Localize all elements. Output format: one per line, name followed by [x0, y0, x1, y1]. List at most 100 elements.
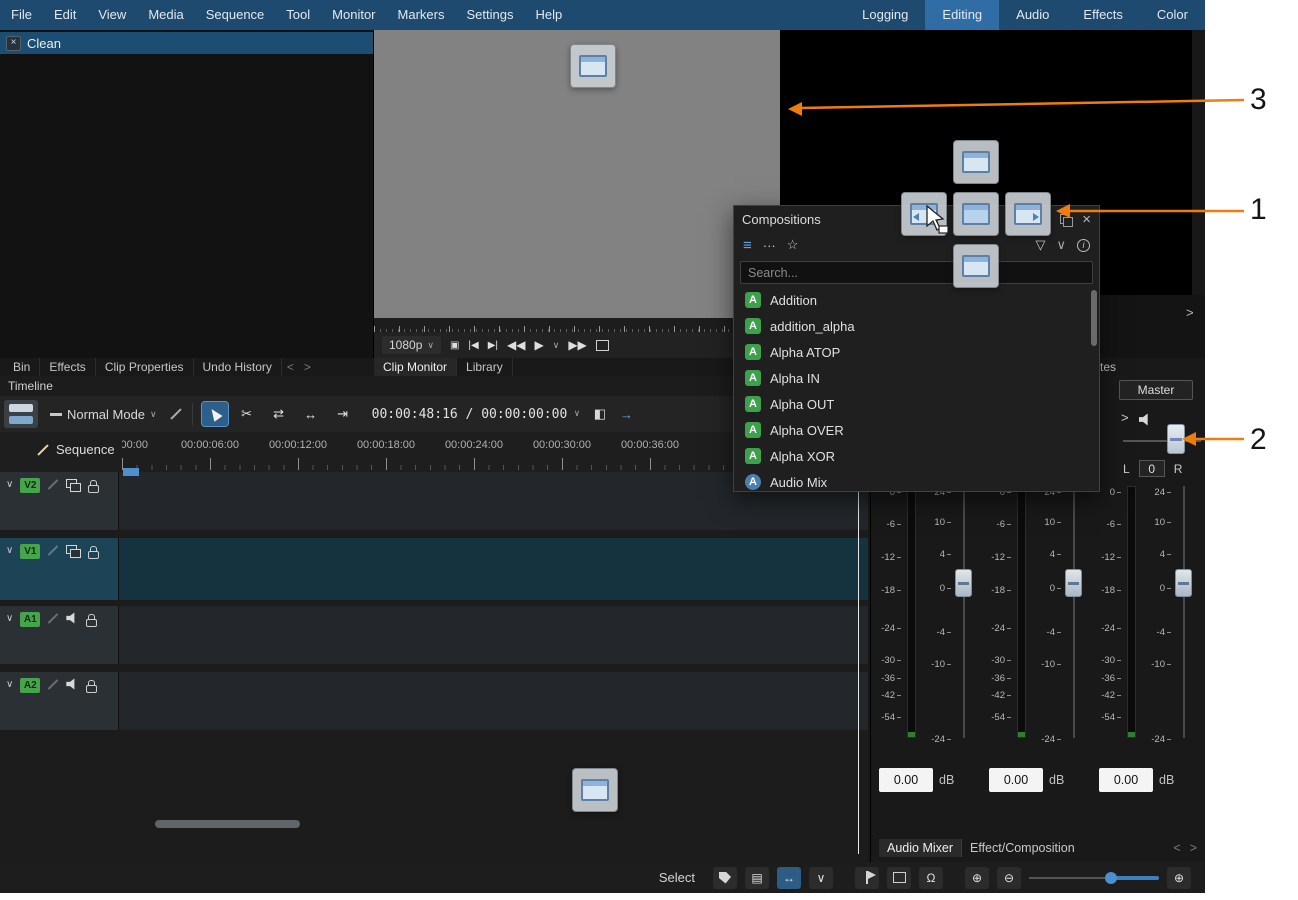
track-name-badge[interactable]: A2 [20, 678, 40, 693]
zoom-out-button[interactable]: ⊖ [997, 867, 1021, 889]
db-value[interactable]: 0.00 [989, 768, 1043, 792]
composition-item[interactable]: AAlpha ATOP [734, 339, 1099, 365]
track-collapse-chevron-icon[interactable]: ∨ [6, 613, 13, 624]
ripple-tool-button[interactable]: ⇥ [330, 402, 356, 426]
track-lane[interactable] [119, 672, 868, 730]
move-options-chevron-icon[interactable]: ∨ [809, 867, 833, 889]
panel-collapse-chevron-icon[interactable]: > [1186, 305, 1194, 320]
playhead-line[interactable] [858, 470, 859, 854]
track-collapse-chevron-icon[interactable]: ∨ [6, 679, 13, 690]
track-collapse-chevron-icon[interactable]: ∨ [6, 479, 13, 490]
zoom-slider-knob[interactable] [1105, 872, 1117, 884]
markers-button[interactable] [855, 867, 879, 889]
audio-monitor-button[interactable]: Ω [919, 867, 943, 889]
speaker-icon[interactable] [66, 612, 79, 624]
dock-target-top-icon[interactable] [953, 140, 999, 184]
compositions-search-input[interactable] [740, 261, 1093, 284]
menu-monitor[interactable]: Monitor [321, 0, 386, 30]
fader-handle[interactable] [955, 569, 972, 597]
menu-sequence[interactable]: Sequence [195, 0, 276, 30]
track-name-badge[interactable]: V1 [20, 544, 40, 559]
timeline-zone-marker[interactable] [123, 468, 139, 476]
track-effects-icon[interactable] [47, 544, 59, 558]
timeline-timecode[interactable]: 00:00:48:16 / 00:00:00:00 ∨ [372, 407, 580, 422]
tab-undo-history[interactable]: Undo History [194, 358, 282, 376]
zoom-slider[interactable] [1029, 867, 1159, 889]
composition-item[interactable]: AAlpha OUT [734, 391, 1099, 417]
compositions-scrollbar[interactable] [1091, 290, 1097, 346]
menu-tool[interactable]: Tool [275, 0, 321, 30]
move-mode-button[interactable]: ↔ [777, 867, 801, 889]
track-collapse-chevron-icon[interactable]: ∨ [6, 545, 13, 556]
track-headers-icon[interactable] [4, 400, 38, 428]
menu-file[interactable]: File [0, 0, 43, 30]
tab-effects[interactable]: Effects [40, 358, 95, 376]
slip-tool-button[interactable]: ↔ [298, 402, 324, 426]
track-effects-icon[interactable] [47, 678, 59, 692]
workspace-tab-editing[interactable]: Editing [925, 0, 999, 30]
db-value[interactable]: 0.00 [879, 768, 933, 792]
list-view-icon[interactable]: ≡ [743, 237, 752, 254]
more-options-icon[interactable]: ··· [763, 238, 776, 253]
tab-library[interactable]: Library [457, 358, 513, 376]
tab-bin[interactable]: Bin [4, 358, 40, 376]
menu-view[interactable]: View [87, 0, 137, 30]
fast-forward-icon[interactable]: ▶▶ [568, 338, 586, 352]
menu-edit[interactable]: Edit [43, 0, 87, 30]
close-panel-icon[interactable]: × [1082, 212, 1091, 227]
timeline-horizontal-scrollbar[interactable] [155, 820, 300, 828]
tab-scroll-right-icon[interactable]: > [299, 358, 316, 376]
track-effects-icon[interactable] [47, 612, 59, 626]
speaker-icon[interactable] [66, 678, 79, 690]
selection-tool-button[interactable] [202, 402, 228, 426]
lock-icon[interactable] [86, 619, 97, 627]
favorites-star-icon[interactable]: ☆ [787, 237, 799, 253]
workspace-tab-audio[interactable]: Audio [999, 0, 1066, 30]
composition-item[interactable]: Aaddition_alpha [734, 313, 1099, 339]
menu-media[interactable]: Media [137, 0, 194, 30]
track-header[interactable]: ∨ A2 [0, 672, 118, 730]
menu-settings[interactable]: Settings [455, 0, 524, 30]
dock-target-clip-monitor-icon[interactable] [570, 44, 616, 88]
float-panel-icon[interactable] [1060, 214, 1070, 224]
dock-target-bottom-icon[interactable] [953, 244, 999, 288]
zoom-fit-button[interactable]: ⊕ [965, 867, 989, 889]
spacer-tool-button[interactable]: ⇄ [266, 402, 292, 426]
composition-item[interactable]: AAlpha OVER [734, 417, 1099, 443]
zoom-in-button[interactable]: ⊕ [1167, 867, 1191, 889]
workspace-tab-logging[interactable]: Logging [845, 0, 925, 30]
play-options-chevron-icon[interactable]: ∨ [553, 340, 560, 351]
composition-item[interactable]: AAlpha XOR [734, 443, 1099, 469]
filter-funnel-icon[interactable]: ▽ [1035, 237, 1045, 253]
fader-track[interactable] [1073, 486, 1075, 738]
edit-mode-dropdown[interactable]: Normal Mode ∨ [44, 404, 163, 425]
resolution-dropdown[interactable]: 1080p ∨ [382, 336, 441, 354]
track-lane[interactable] [119, 606, 868, 664]
mixer-tab-scroll-left-icon[interactable]: < [1173, 841, 1180, 855]
composition-item[interactable]: AAlpha IN [734, 365, 1099, 391]
tab-notes-fragment[interactable]: tes [1100, 358, 1116, 376]
composition-item[interactable]: AAudio Mix [734, 469, 1099, 490]
db-value[interactable]: 0.00 [1099, 768, 1153, 792]
fader-track[interactable] [963, 486, 965, 738]
tab-clip-monitor[interactable]: Clip Monitor [374, 358, 457, 376]
lock-icon[interactable] [88, 485, 99, 493]
lock-icon[interactable] [88, 551, 99, 559]
dock-target-center-icon[interactable] [953, 192, 999, 236]
info-icon[interactable]: i [1077, 239, 1090, 252]
clip-monitor-ruler[interactable] [374, 318, 780, 332]
thumbnails-button[interactable]: ▤ [745, 867, 769, 889]
dock-target-timeline-icon[interactable] [572, 768, 618, 812]
play-icon[interactable]: ▶ [534, 338, 543, 352]
tab-effect-composition[interactable]: Effect/Composition [962, 839, 1083, 857]
dock-target-right-icon[interactable] [1005, 192, 1051, 236]
timeline-wand-icon[interactable] [169, 406, 183, 422]
workspace-tab-effects[interactable]: Effects [1066, 0, 1140, 30]
menu-markers[interactable]: Markers [387, 0, 456, 30]
composite-icon[interactable] [66, 479, 81, 492]
razor-tool-button[interactable]: ✂ [234, 402, 260, 426]
mix-icon[interactable]: ◧ [594, 406, 606, 422]
tab-audio-mixer[interactable]: Audio Mixer [879, 839, 962, 857]
composite-icon[interactable] [66, 545, 81, 558]
lock-icon[interactable] [86, 685, 97, 693]
